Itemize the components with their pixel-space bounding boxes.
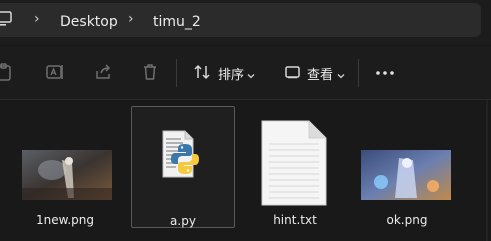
view-icon[interactable] [283, 62, 305, 84]
file-name: hint.txt [273, 213, 317, 227]
python-file-icon [161, 130, 201, 182]
address-field[interactable]: › Desktop › timu_2 [0, 3, 481, 37]
command-bar: 排序 查看 [0, 47, 491, 100]
breadcrumb-current-folder[interactable]: timu_2 [153, 14, 201, 30]
file-name: 1new.png [36, 213, 94, 227]
delete-icon[interactable] [140, 62, 162, 84]
this-pc-icon[interactable] [0, 11, 12, 31]
share-icon[interactable] [93, 62, 115, 84]
file-name: ok.png [386, 213, 428, 227]
breadcrumb-separator-icon[interactable]: › [34, 11, 40, 27]
rename-icon[interactable] [45, 62, 67, 84]
address-bar: › Desktop › timu_2 [0, 0, 491, 44]
image-thumbnail [22, 150, 112, 200]
breadcrumb-desktop[interactable]: Desktop [60, 14, 118, 30]
sort-button[interactable]: 排序 [218, 64, 244, 83]
scrollbar-track[interactable] [486, 100, 488, 241]
toolbar-divider [358, 59, 359, 87]
toolbar-divider [176, 59, 177, 87]
file-name: a.py [170, 214, 196, 228]
more-options-icon[interactable] [375, 62, 397, 84]
image-thumbnail [361, 150, 451, 200]
sort-icon[interactable] [192, 62, 214, 84]
file-item[interactable]: ok.png [356, 106, 458, 227]
view-button[interactable]: 查看 [307, 64, 333, 83]
chevron-down-icon[interactable] [336, 66, 346, 85]
breadcrumb-separator-icon[interactable]: › [128, 11, 134, 27]
chevron-down-icon[interactable] [246, 66, 256, 85]
file-item-selected[interactable]: a.py [131, 106, 235, 228]
file-item[interactable]: 1new.png [14, 106, 116, 227]
paste-icon[interactable] [0, 62, 16, 84]
text-file-icon [261, 120, 327, 210]
file-list: 1new.png a.py hint.txt ok.png [0, 100, 491, 241]
file-item[interactable]: hint.txt [244, 106, 346, 227]
